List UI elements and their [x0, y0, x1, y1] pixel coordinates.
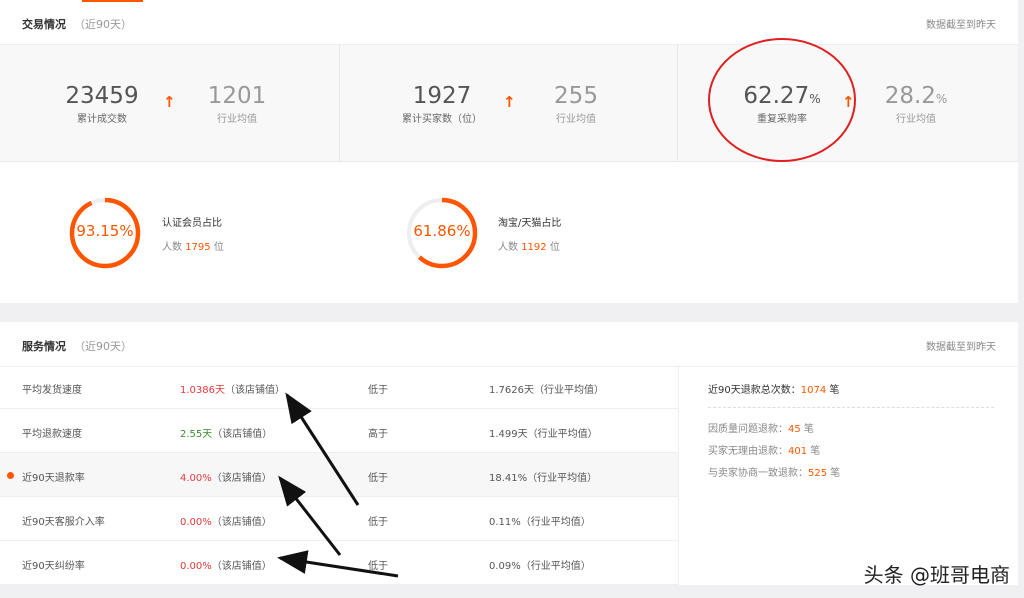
row-compare: 低于	[368, 381, 388, 396]
row-value: 2.55天（该店铺值）	[180, 425, 272, 440]
ring-label: 认证会员占比	[162, 214, 224, 229]
service-row: 近90天客服介入率 0.00%（该店铺值） 低于 0.11%（行业平均值）	[0, 497, 678, 541]
metric-buyers: 1927累计买家数（位） ↑ 255行业均值	[340, 45, 678, 162]
row-value: 0.00%（该店铺值）	[180, 557, 272, 572]
service-row: 平均退款速度 2.55天（该店铺值） 高于 1.499天（行业平均值）	[0, 409, 678, 453]
row-industry-avg: 0.11%（行业平均值）	[489, 513, 591, 528]
refund-summary: 近90天退款总次数：1074 笔 因质量问题退款：45 笔 买家无理由退款：40…	[678, 365, 1018, 585]
ring-value: 93.15%	[68, 222, 142, 240]
service-panel: 服务情况（近90天） 数据截至到昨天 平均发货速度 1.0386天（该店铺值） …	[0, 322, 1018, 585]
row-name: 近90天退款率	[22, 469, 85, 484]
metric-value: 23459	[42, 83, 162, 109]
industry-avg-value: 28.2	[885, 83, 936, 109]
row-compare: 低于	[368, 557, 388, 572]
row-name: 近90天纠纷率	[22, 557, 85, 572]
ring-label: 淘宝/天猫占比	[498, 214, 561, 229]
row-name: 平均退款速度	[22, 425, 82, 440]
ring-value: 61.86%	[405, 222, 479, 240]
metric-orders: 23459累计成交数 ↑ 1201行业均值	[0, 45, 340, 162]
refund-negotiated: 与卖家协商一致退款：525 笔	[708, 463, 840, 485]
metric-value: 62.27	[743, 83, 809, 109]
metric-repeat-rate: 62.27% 重复采购率 ↑ 28.2% 行业均值	[678, 45, 1018, 162]
industry-avg-unit: %	[936, 92, 947, 106]
metric-label: 重复采购率	[722, 110, 842, 125]
watermark: 头条 @班哥电商	[864, 559, 1010, 588]
refund-total: 近90天退款总次数：1074 笔	[708, 381, 839, 396]
industry-avg-label: 行业均值	[177, 110, 297, 125]
row-industry-avg: 0.09%（行业平均值）	[489, 557, 591, 572]
arrow-up-icon: ↑	[503, 93, 516, 111]
trade-title: 交易情况（近90天）	[22, 16, 132, 32]
industry-avg-value: 255	[516, 83, 636, 109]
row-industry-avg: 1.499天（行业平均值）	[489, 425, 598, 440]
row-name: 近90天客服介入率	[22, 513, 105, 528]
service-title: 服务情况（近90天）	[22, 338, 132, 354]
industry-avg-label: 行业均值	[856, 110, 976, 125]
row-value: 4.00%（该店铺值）	[180, 469, 272, 484]
row-industry-avg: 18.41%（行业平均值）	[489, 469, 597, 484]
ring-count: 1795	[185, 242, 210, 253]
metric-unit: %	[809, 92, 820, 106]
divider	[708, 407, 994, 408]
metric-label: 累计买家数（位）	[382, 110, 502, 125]
ring-count: 1192	[521, 242, 546, 253]
service-header: 服务情况（近90天） 数据截至到昨天	[0, 322, 1018, 367]
trade-note: 数据截至到昨天	[926, 16, 996, 31]
service-row: 平均发货速度 1.0386天（该店铺值） 低于 1.7626天（行业平均值）	[0, 365, 678, 409]
trade-header: 交易情况（近90天） 数据截至到昨天	[0, 0, 1018, 45]
industry-avg-value: 1201	[177, 83, 297, 109]
row-compare: 低于	[368, 469, 388, 484]
trade-panel: 交易情况（近90天） 数据截至到昨天 23459累计成交数 ↑ 1201行业均值…	[0, 0, 1018, 303]
active-dot-icon	[7, 472, 14, 479]
row-compare: 高于	[368, 425, 388, 440]
refund-quality: 因质量问题退款：45 笔	[708, 419, 840, 441]
row-value: 1.0386天（该店铺值）	[180, 381, 285, 396]
member-ratio-ring: 93.15%	[68, 196, 142, 270]
row-compare: 低于	[368, 513, 388, 528]
service-row: 近90天纠纷率 0.00%（该店铺值） 低于 0.09%（行业平均值）	[0, 541, 678, 585]
row-name: 平均发货速度	[22, 381, 82, 396]
row-industry-avg: 1.7626天（行业平均值）	[489, 381, 604, 396]
row-value: 0.00%（该店铺值）	[180, 513, 272, 528]
metric-value: 1927	[382, 83, 502, 109]
industry-avg-label: 行业均值	[516, 110, 636, 125]
member-ratio-info: 认证会员占比 人数 1795 位	[162, 214, 224, 253]
service-note: 数据截至到昨天	[926, 338, 996, 353]
arrow-up-icon: ↑	[163, 93, 176, 111]
arrow-up-icon: ↑	[842, 93, 855, 111]
metric-label: 累计成交数	[42, 110, 162, 125]
refund-no-reason: 买家无理由退款：401 笔	[708, 441, 840, 463]
taobao-ratio-ring: 61.86%	[405, 196, 479, 270]
taobao-ratio-info: 淘宝/天猫占比 人数 1192 位	[498, 214, 561, 253]
trade-period: （近90天）	[74, 18, 132, 31]
service-period: （近90天）	[74, 340, 132, 353]
service-row: 近90天退款率 4.00%（该店铺值） 低于 18.41%（行业平均值）	[0, 453, 678, 497]
trade-stats: 23459累计成交数 ↑ 1201行业均值 1927累计买家数（位） ↑ 255…	[0, 45, 1018, 162]
